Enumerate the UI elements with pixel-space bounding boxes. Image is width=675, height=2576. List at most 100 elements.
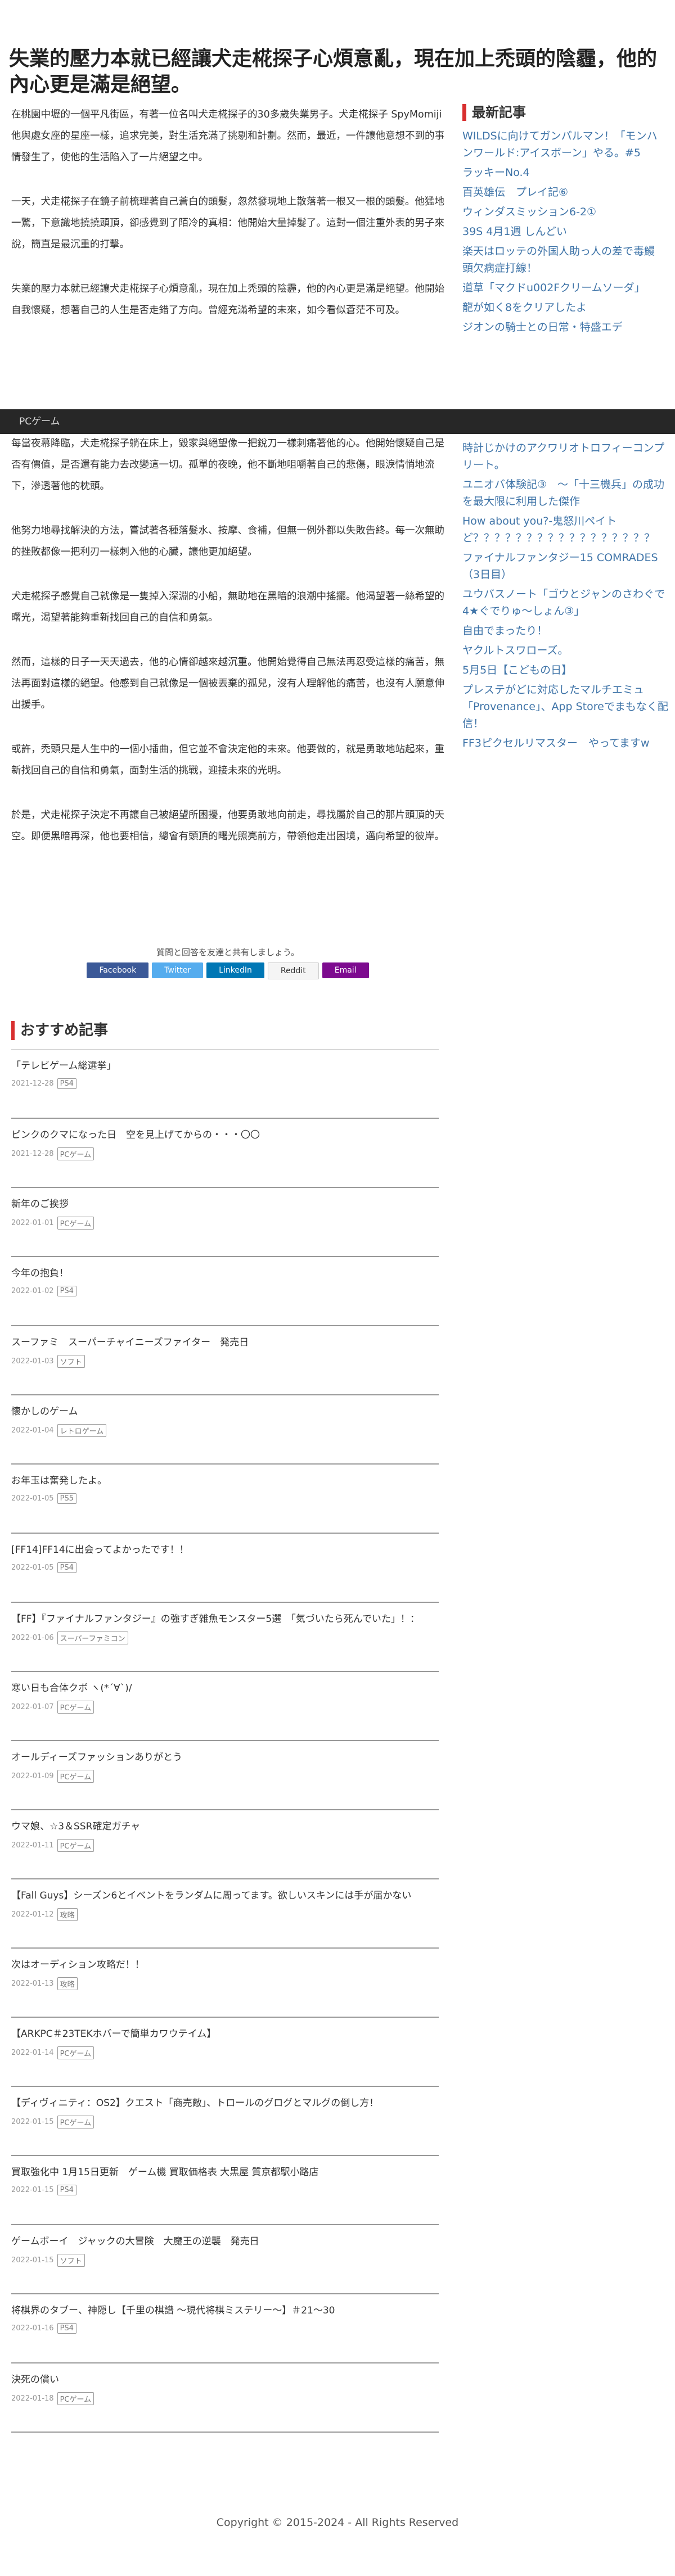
recommended-item-category[interactable]: ソフト — [57, 1355, 85, 1368]
recommended-item-category[interactable]: レトロゲーム — [57, 1424, 107, 1437]
share-prompt: 質問と回答を友達と共有しましょう。 — [156, 947, 300, 957]
recommended-item[interactable]: お年玉は奮発したよ。 2022-01-05 PS5 — [11, 1465, 439, 1534]
recommended-item-title[interactable]: 将棋界のタブー、神隠し【千里の棋譜 ～現代将棋ミステリー～】＃21～30 — [11, 2303, 439, 2319]
latest-articles-sidebar-continued: 時計じかけのアクワリオトロフィーコンプリート。 ユニオバ体験記③ 〜「十三機兵」… — [462, 440, 669, 754]
recommended-item[interactable]: 【FF】『ファイナルファンタジー』の強すぎ雑魚モンスター5選 「気づいたら死んで… — [11, 1603, 439, 1672]
recommended-item-title[interactable]: 「テレビゲーム総選挙」 — [11, 1059, 439, 1074]
recommended-item-date: 2022-01-09 — [11, 1772, 54, 1780]
recommended-item[interactable]: 将棋界のタブー、神隠し【千里の棋譜 ～現代将棋ミステリー～】＃21～30 2022… — [11, 2294, 439, 2363]
recommended-item-category[interactable]: PCゲーム — [57, 2116, 94, 2128]
sidebar-article-link[interactable]: ユニオバ体験記③ 〜「十三機兵」の成功を最大限に利用した傑作 — [462, 478, 664, 508]
recommended-item-title[interactable]: ゲームボーイ ジャックの大冒険 大魔王の逆襲 発売日 — [11, 2234, 439, 2249]
recommended-item-title[interactable]: スーファミ スーパーチャイニーズファイター 発売日 — [11, 1335, 439, 1350]
category-bar[interactable]: PCゲーム — [0, 409, 675, 434]
category-bar-label[interactable]: PCゲーム — [19, 416, 60, 427]
recommended-item[interactable]: ゲームボーイ ジャックの大冒険 大魔王の逆襲 発売日 2022-01-15 ソフト — [11, 2225, 439, 2294]
article-paragraph: 或許，禿頭只是人生中的一個小插曲，但它並不會決定他的未來。他要做的，就是勇敢地站… — [11, 744, 444, 776]
recommended-item[interactable]: 【ARKPC＃23TEKホバーで簡単カワウテイム】 2022-01-14 PCゲーム — [11, 2018, 439, 2087]
recommended-item-title[interactable]: 【FF】『ファイナルファンタジー』の強すぎ雑魚モンスター5選 「気づいたら死んで… — [11, 1612, 439, 1627]
recommended-item-title[interactable]: ピンクのクマになった日 空を見上げてからの・・・〇〇 — [11, 1128, 439, 1143]
recommended-item[interactable]: 買取強化中 1月15日更新 ゲーム機 買取価格表 大黒屋 質京都駅小路店 2022… — [11, 2156, 439, 2225]
recommended-item-title[interactable]: 買取強化中 1月15日更新 ゲーム機 買取価格表 大黒屋 質京都駅小路店 — [11, 2165, 439, 2180]
recommended-item-category[interactable]: 攻略 — [57, 1977, 78, 1990]
recommended-item[interactable]: 【ディヴィニティ：OS2】クエスト「商売敵」、トロールのグログとマルグの倒し方！… — [11, 2087, 439, 2156]
sidebar-article-link[interactable]: 百英雄伝 プレイ記⑥ — [462, 186, 568, 198]
recommended-item-date: 2022-01-01 — [11, 1219, 54, 1227]
recommended-item[interactable]: 決死の償い 2022-01-18 PCゲーム — [11, 2363, 439, 2433]
recommended-item-title[interactable]: [FF14]FF14に出会ってよかったです！！ — [11, 1543, 439, 1558]
sidebar-article-link[interactable]: FF3ピクセルリマスター やってますw — [462, 737, 650, 749]
recommended-item-date: 2022-01-04 — [11, 1426, 54, 1435]
recommended-item-category[interactable]: PCゲーム — [57, 1701, 94, 1714]
recommended-item-category[interactable]: ソフト — [57, 2254, 85, 2267]
sidebar-article-link[interactable]: How about you?-鬼怒川ペイトど？？？？？？？？？？？？？？？？？ — [462, 515, 655, 544]
recommended-item-title[interactable]: 次はオーディション攻略だ！！ — [11, 1958, 439, 1973]
recommended-item-category[interactable]: 攻略 — [57, 1908, 78, 1921]
recommended-item-date: 2022-01-12 — [11, 1910, 54, 1919]
recommended-item[interactable]: 懐かしのゲーム 2022-01-04 レトロゲーム — [11, 1395, 439, 1465]
sidebar-article-link[interactable]: 楽天はロッテの外国人助っ人の差で毒鰻頭欠病症打線！ — [462, 245, 655, 274]
linkedin-share-button[interactable]: LinkedIn — [206, 962, 264, 978]
recommended-item-category[interactable]: PS4 — [57, 1078, 76, 1089]
recommended-item[interactable]: ピンクのクマになった日 空を見上げてからの・・・〇〇 2021-12-28 PCゲー… — [11, 1119, 439, 1188]
recommended-item[interactable]: オールディーズファッションありがとう 2022-01-09 PCゲーム — [11, 1741, 439, 1810]
sidebar-article-link[interactable]: 5月5日【こどもの日】 — [462, 664, 572, 676]
sidebar-article-link[interactable]: ウィンダスミッション6-2① — [462, 206, 596, 218]
recommended-item[interactable]: 「テレビゲーム総選挙」 2021-12-28 PS4 — [11, 1050, 439, 1119]
recommended-item-title[interactable]: 【Fall Guys】シーズン6とイベントをランダムに周ってます。欲しいスキンに… — [11, 1888, 439, 1904]
recommended-item-title[interactable]: ウマ娘、☆3＆SSR確定ガチャ — [11, 1819, 439, 1834]
recommended-heading: おすすめ記事 — [11, 1021, 439, 1040]
recommended-item[interactable]: 寒い日も合体クボ ヽ(*´∀`)/ 2022-01-07 PCゲーム — [11, 1672, 439, 1741]
recommended-item-category[interactable]: PCゲーム — [57, 2046, 94, 2059]
recommended-item[interactable]: ウマ娘、☆3＆SSR確定ガチャ 2022-01-11 PCゲーム — [11, 1810, 439, 1879]
recommended-item-category[interactable]: PS4 — [57, 1562, 76, 1573]
recommended-item-title[interactable]: 決死の償い — [11, 2372, 439, 2388]
sidebar-article-link[interactable]: ジオンの騎士との日常・特盛エデ — [462, 321, 623, 333]
recommended-item-title[interactable]: 【ディヴィニティ：OS2】クエスト「商売敵」、トロールのグログとマルグの倒し方！ — [11, 2096, 439, 2111]
recommended-item-title[interactable]: 寒い日も合体クボ ヽ(*´∀`)/ — [11, 1681, 439, 1696]
email-share-button[interactable]: Email — [322, 962, 369, 978]
sidebar-article-link[interactable]: ラッキーNo.4 — [462, 166, 530, 179]
recommended-item[interactable]: スーファミ スーパーチャイニーズファイター 発売日 2022-01-03 ソフト — [11, 1326, 439, 1395]
recommended-item-title[interactable]: オールディーズファッションありがとう — [11, 1750, 439, 1765]
sidebar-article-link[interactable]: 道草「マクドu002Fクリームソーダ」 — [462, 282, 645, 294]
recommended-item-title[interactable]: 今年の抱負！ — [11, 1266, 439, 1281]
recommended-item-date: 2022-01-11 — [11, 1841, 54, 1850]
recommended-item-category[interactable]: PCゲーム — [57, 2392, 94, 2405]
twitter-share-button[interactable]: Twitter — [152, 962, 204, 978]
recommended-item[interactable]: 【Fall Guys】シーズン6とイベントをランダムに周ってます。欲しいスキンに… — [11, 1879, 439, 1949]
recommended-item-category[interactable]: PS4 — [57, 1286, 76, 1296]
sidebar-article-link[interactable]: ヤクルトスワローズ。 — [462, 644, 568, 657]
sidebar-article-link[interactable]: プレステがどに対応したマルチエミュ「Provenance」、App Storeで… — [462, 684, 668, 730]
sidebar-article-link[interactable]: WILDSに向けてガンパルマン！「モンハンワールド:アイスボーン」やる。#5 — [462, 130, 658, 159]
recommended-item[interactable]: 今年の抱負！ 2022-01-02 PS4 — [11, 1257, 439, 1326]
recommended-item[interactable]: 次はオーディション攻略だ！！ 2022-01-13 攻略 — [11, 1949, 439, 2018]
recommended-item-date: 2022-01-18 — [11, 2394, 54, 2403]
recommended-item-category[interactable]: PCゲーム — [57, 1839, 94, 1852]
sidebar-article-link[interactable]: ファイナルファンタジー15 COMRADES（3日目） — [462, 552, 658, 581]
recommended-item-title[interactable]: お年玉は奮発したよ。 — [11, 1474, 439, 1489]
recommended-item-category[interactable]: PS4 — [57, 2323, 76, 2334]
sidebar-article-link[interactable]: 龍が如く8をクリアしたよ — [462, 301, 587, 314]
recommended-item-category[interactable]: スーパーファミコン — [57, 1632, 128, 1644]
sidebar-article-link[interactable]: 39S 4月1週 しんどい — [462, 225, 567, 238]
recommended-item-title[interactable]: 新年のご挨拶 — [11, 1197, 439, 1212]
reddit-share-button[interactable]: Reddit — [267, 962, 319, 979]
recommended-item-title[interactable]: 懐かしのゲーム — [11, 1404, 439, 1420]
recommended-item-title[interactable]: 【ARKPC＃23TEKホバーで簡単カワウテイム】 — [11, 2027, 439, 2042]
latest-articles-list: WILDSに向けてガンパルマン！「モンハンワールド:アイスボーン」やる。#5 ラ… — [462, 128, 664, 336]
recommended-item[interactable]: 新年のご挨拶 2022-01-01 PCゲーム — [11, 1188, 439, 1257]
sidebar-article-link[interactable]: 時計じかけのアクワリオトロフィーコンプリート。 — [462, 442, 664, 471]
recommended-item-date: 2022-01-15 — [11, 2256, 54, 2265]
sidebar-article-link[interactable]: 自由でまったり！ — [462, 625, 547, 637]
recommended-item-category[interactable]: PCゲーム — [57, 1217, 94, 1230]
sidebar-article-link[interactable]: ユウバスノート「ゴウとジャンのさわぐで4★ぐでりゅ〜しょん③」 — [462, 588, 665, 617]
facebook-share-button[interactable]: Facebook — [87, 962, 149, 978]
recommended-item-category[interactable]: PS4 — [57, 2185, 76, 2195]
article-body: 在桃園中壢的一個平凡街區，有著一位名叫犬走椛探子的30多歲失業男子。犬走椛探子 … — [11, 104, 444, 344]
recommended-item-category[interactable]: PCゲーム — [57, 1147, 94, 1160]
recommended-item-date: 2022-01-05 — [11, 1563, 54, 1572]
recommended-item-category[interactable]: PS5 — [57, 1493, 76, 1504]
recommended-item-category[interactable]: PCゲーム — [57, 1770, 94, 1783]
recommended-item[interactable]: [FF14]FF14に出会ってよかったです！！ 2022-01-05 PS4 — [11, 1534, 439, 1603]
